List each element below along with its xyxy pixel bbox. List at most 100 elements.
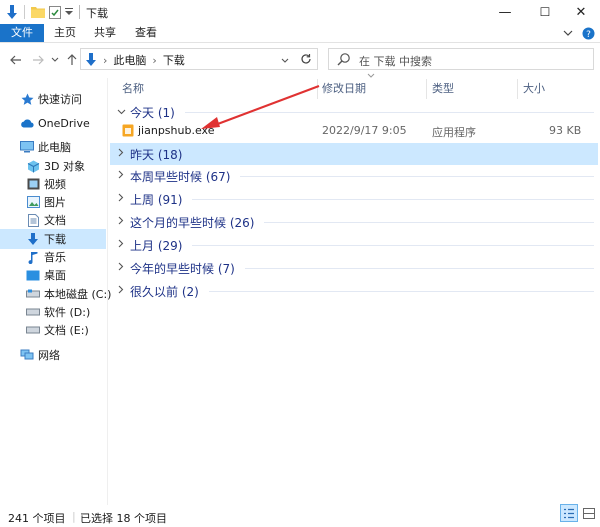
star-icon [20, 92, 34, 106]
column-separator[interactable] [426, 79, 427, 99]
chevron-right-icon [114, 216, 128, 228]
group-label: 上月 (29) [130, 238, 183, 253]
help-glyph: ? [586, 30, 591, 40]
nav-label: 快速访问 [38, 93, 82, 106]
drive-icon [26, 287, 40, 301]
search-placeholder: 在 下载 中搜索 [359, 55, 432, 68]
column-header-size[interactable]: 大小 [523, 79, 583, 99]
nav-item-onedrive[interactable]: OneDrive [0, 113, 106, 133]
group-label: 上周 (91) [130, 192, 183, 207]
nav-label: 文档 [44, 214, 66, 227]
nav-label: 文档 (E:) [44, 324, 89, 337]
nav-label: 此电脑 [38, 141, 71, 154]
group-header-long-ago[interactable]: 很久以前 (2) [110, 280, 598, 302]
details-view-icon[interactable] [560, 504, 578, 522]
nav-item-videos[interactable]: 视频 [0, 174, 106, 194]
nav-item-3d-objects[interactable]: 3D 对象 [0, 156, 106, 176]
nav-item-network[interactable]: 网络 [0, 345, 106, 365]
pc-icon [20, 140, 34, 154]
group-header-last-week[interactable]: 上周 (91) [110, 188, 598, 210]
file-row[interactable]: jianpshub.exe 2022/9/17 9:05 应用程序 93 KB [110, 121, 598, 141]
maximize-button[interactable]: ☐ [526, 0, 564, 24]
help-icon[interactable]: ? [580, 24, 596, 42]
properties-checkbox-icon[interactable] [48, 3, 62, 21]
qa-divider [24, 5, 25, 19]
nav-label: 音乐 [44, 251, 66, 264]
navigation-pane: 快速访问 OneDrive 此电脑 3D 对象 视频 图片 文档 下载 音乐 桌… [0, 80, 111, 505]
nav-item-drive-d[interactable]: 软件 (D:) [0, 302, 106, 322]
refresh-icon[interactable] [295, 50, 317, 68]
pane-divider [107, 78, 108, 505]
column-header-date[interactable]: 修改日期 [322, 79, 422, 99]
nav-label: OneDrive [38, 116, 90, 130]
forward-icon[interactable] [30, 52, 46, 68]
tab-view[interactable]: 查看 [129, 24, 163, 42]
chevron-right-icon [114, 262, 128, 274]
minimize-button[interactable]: — [486, 0, 524, 24]
breadcrumb-sep: › [103, 53, 108, 67]
group-header-earlier-this-month[interactable]: 这个月的早些时候 (26) [110, 211, 598, 233]
group-label: 今年的早些时候 (7) [130, 261, 235, 276]
drive-icon [26, 305, 40, 319]
tab-share[interactable]: 共享 [88, 24, 122, 42]
chevron-down-icon [114, 107, 128, 118]
download-icon [26, 232, 40, 246]
nav-label: 桌面 [44, 269, 66, 282]
nav-label: 网络 [38, 349, 60, 362]
column-header-type[interactable]: 类型 [432, 79, 512, 99]
nav-item-quick-access[interactable]: 快速访问 [0, 89, 106, 109]
nav-item-documents[interactable]: 文档 [0, 210, 106, 230]
tab-home[interactable]: 主页 [48, 24, 82, 42]
address-bar[interactable]: › 此电脑 › 下载 [80, 48, 318, 70]
folder-icon[interactable] [31, 3, 45, 21]
exe-file-icon [122, 124, 134, 140]
search-input[interactable]: 在 下载 中搜索 [328, 48, 594, 70]
column-separator[interactable] [517, 79, 518, 99]
group-header-yesterday[interactable]: 昨天 (18) [110, 143, 598, 165]
nav-item-drive-c[interactable]: 本地磁盘 (C:) [0, 284, 111, 304]
group-rule [244, 267, 594, 269]
download-folder-icon [85, 53, 97, 67]
qa-customize-icon[interactable] [64, 3, 74, 21]
tab-file[interactable]: 文件 [0, 24, 44, 42]
group-header-earlier-this-year[interactable]: 今年的早些时候 (7) [110, 257, 598, 279]
video-icon [26, 177, 40, 191]
file-type: 应用程序 [432, 126, 476, 139]
address-dropdown-icon[interactable] [281, 56, 289, 67]
group-rule [208, 290, 594, 292]
nav-item-this-pc[interactable]: 此电脑 [0, 137, 106, 157]
group-rule [240, 175, 594, 177]
nav-item-music[interactable]: 音乐 [0, 247, 106, 267]
ribbon-expand-icon[interactable] [560, 24, 576, 42]
picture-icon [26, 195, 40, 209]
recent-locations-icon[interactable] [50, 52, 60, 68]
large-icons-view-icon[interactable] [580, 504, 598, 522]
nav-label: 下载 [44, 233, 66, 246]
back-icon[interactable] [8, 52, 24, 68]
file-size: 93 KB [549, 124, 582, 137]
status-item-count: 241 个项目 [8, 512, 66, 525]
breadcrumb-this-pc[interactable]: 此电脑 [113, 52, 146, 68]
breadcrumb-downloads[interactable]: 下载 [163, 52, 185, 68]
nav-label: 3D 对象 [44, 160, 85, 173]
group-rule [192, 244, 594, 246]
network-icon [20, 348, 34, 362]
close-button[interactable]: ✕ [562, 0, 600, 24]
nav-label: 软件 (D:) [44, 306, 91, 319]
chevron-right-icon [114, 193, 128, 205]
group-label: 昨天 (18) [130, 147, 183, 162]
up-folder-icon[interactable] [64, 52, 80, 68]
drive-icon [26, 323, 40, 337]
group-header-today[interactable]: 今天 (1) [110, 101, 598, 123]
nav-item-pictures[interactable]: 图片 [0, 192, 106, 212]
nav-item-downloads[interactable]: 下载 [0, 229, 106, 249]
chevron-right-icon [114, 170, 128, 182]
nav-item-desktop[interactable]: 桌面 [0, 265, 106, 285]
chevron-right-icon [114, 148, 128, 160]
group-header-last-month[interactable]: 上月 (29) [110, 234, 598, 256]
group-header-earlier-this-week[interactable]: 本周早些时候 (67) [110, 165, 598, 187]
desktop-icon [26, 268, 40, 282]
cube-icon [26, 159, 40, 173]
nav-item-drive-e[interactable]: 文档 (E:) [0, 320, 106, 340]
group-label: 很久以前 (2) [130, 284, 199, 299]
